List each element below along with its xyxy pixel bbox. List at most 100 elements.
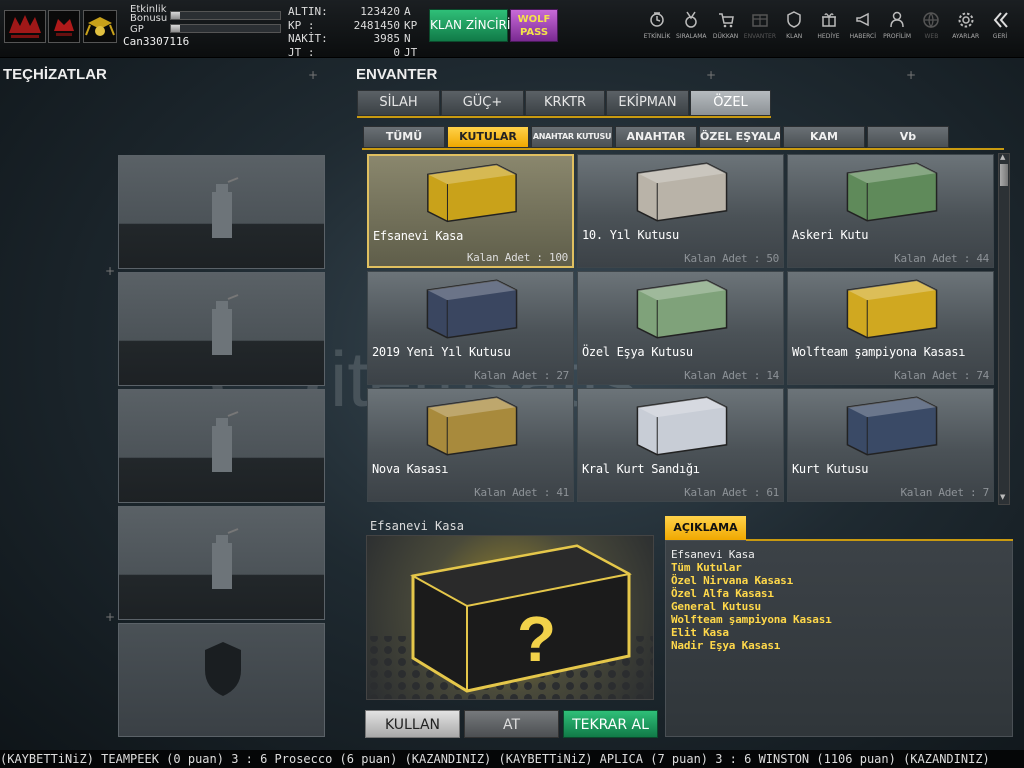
inventory-item-card[interactable]: Efsanevi Kasa Kalan Adet : 100 [367, 154, 574, 268]
item-name: Wolfteam şampiyona Kasası [792, 345, 966, 359]
game-logo [4, 10, 46, 43]
inventory-item-card[interactable]: Wolfteam şampiyona Kasası Kalan Adet : 7… [787, 271, 994, 385]
item-quantity: Kalan Adet : 74 [894, 369, 989, 382]
globe-icon [923, 12, 940, 29]
gp-bar [170, 24, 281, 33]
equipment-slot[interactable] [118, 389, 325, 503]
clan-emblem[interactable] [48, 10, 80, 43]
subtab-5[interactable]: KAM [783, 126, 865, 148]
item-preview-image: ? [366, 535, 654, 700]
description-line: General Kutusu [671, 600, 761, 613]
currency-value: 3985 [373, 32, 401, 45]
nav-cart[interactable]: DÜKKAN [708, 8, 744, 50]
nav-label: DÜKKAN [712, 33, 739, 40]
armor-shield-icon [203, 638, 243, 701]
tab-3[interactable]: EKİPMAN [606, 90, 689, 116]
scroll-thumb[interactable] [1000, 164, 1008, 186]
nav-label: HEDİYE [817, 33, 840, 40]
item-thumbnail [636, 396, 728, 456]
equipment-slot[interactable] [118, 272, 325, 386]
nav-globe[interactable]: WEB [913, 8, 949, 50]
item-quantity: Kalan Adet : 50 [684, 252, 779, 265]
repeat-purchase-button[interactable]: TEKRAR AL [563, 710, 658, 738]
wolf-pass-button[interactable]: WOLF PASS [510, 9, 558, 42]
plus-marker: + [906, 68, 917, 82]
nav-gift[interactable]: HEDİYE [811, 8, 847, 50]
item-name: Özel Eşya Kutusu [582, 345, 693, 359]
nav-megaphone[interactable]: HABERCİ [845, 8, 881, 50]
description-line: Özel Alfa Kasası [671, 587, 774, 600]
item-thumbnail [846, 279, 938, 339]
currency-unit: JT [404, 45, 418, 59]
ticker-text: (KAYBETTiNiZ) TEAMPEEK (0 puan) 3 : 6 Pr… [0, 752, 990, 766]
currency-unit: A [404, 5, 411, 18]
inventory-item-card[interactable]: 2019 Yeni Yıl Kutusu Kalan Adet : 27 [367, 271, 574, 385]
description-line: Nadir Eşya Kasası [671, 639, 781, 652]
subtab-0[interactable]: TÜMÜ [363, 126, 445, 148]
nav-inventory[interactable]: ENVANTER [742, 8, 778, 50]
item-quantity: Kalan Adet : 27 [474, 369, 569, 382]
cart-icon [718, 13, 734, 28]
plus-marker: + [706, 68, 717, 82]
nav-profile[interactable]: PROFİLİM [879, 8, 915, 50]
nav-medal[interactable]: SIRALAMA [673, 8, 709, 50]
back-icon [993, 12, 1008, 28]
subtab-2[interactable]: ANAHTAR KUTUSU [531, 126, 613, 148]
use-button[interactable]: KULLAN [365, 710, 460, 738]
item-quantity: Kalan Adet : 100 [466, 251, 568, 264]
svg-text:?: ? [517, 603, 556, 675]
subtab-6[interactable]: Vb [867, 126, 949, 148]
equipment-slot[interactable] [118, 155, 325, 269]
equipment-slot[interactable] [118, 506, 325, 620]
nav-label: HABERCİ [849, 33, 876, 40]
plus-marker: + [105, 610, 116, 624]
scroll-up-icon[interactable]: ▲ [1000, 154, 1008, 161]
subtab-1[interactable]: KUTULAR [447, 126, 529, 148]
inventory-item-card[interactable]: Askeri Kutu Kalan Adet : 44 [787, 154, 994, 268]
gp-label: GP [130, 24, 144, 35]
currency-value: 2481450 [353, 18, 400, 32]
description-tab[interactable]: AÇIKLAMA [665, 516, 746, 540]
inventory-item-card[interactable]: Özel Eşya Kutusu Kalan Adet : 14 [577, 271, 784, 385]
tab-2[interactable]: KRKTR [525, 90, 605, 116]
match-result-ticker: (KAYBETTiNiZ) TEAMPEEK (0 puan) 3 : 6 Pr… [0, 750, 1024, 768]
item-quantity: Kalan Adet : 44 [894, 252, 989, 265]
nav-back[interactable]: GERİ [982, 8, 1018, 50]
tab-1[interactable]: GÜÇ+ [441, 90, 524, 116]
item-thumbnail [426, 396, 518, 456]
tab-0[interactable]: SİLAH [357, 90, 440, 116]
description-line: Özel Nirvana Kasası [671, 574, 794, 587]
plus-marker: + [105, 264, 116, 278]
use-button-label: KULLAN [384, 717, 441, 733]
nav-label: KLAN [786, 33, 803, 40]
inventory-item-card[interactable]: 10. Yıl Kutusu Kalan Adet : 50 [577, 154, 784, 268]
nav-label: SIRALAMA [676, 33, 707, 40]
inventory-item-card[interactable]: Kurt Kutusu Kalan Adet : 7 [787, 388, 994, 502]
description-line: Tüm Kutular [671, 561, 742, 574]
currency-unit: KP [404, 18, 418, 32]
subtab-3[interactable]: ANAHTAR [615, 126, 697, 148]
tab-4[interactable]: ÖZEL [690, 90, 771, 116]
item-name: Askeri Kutu [792, 228, 869, 242]
scroll-down-icon[interactable]: ▼ [1000, 494, 1008, 501]
description-line: Wolfteam şampiyona Kasası [671, 613, 832, 626]
drop-button[interactable]: AT [464, 710, 559, 738]
subtab-4[interactable]: ÖZEL EŞYALAR [699, 126, 781, 148]
item-name: Nova Kasası [372, 462, 449, 476]
inventory-item-card[interactable]: Nova Kasası Kalan Adet : 41 [367, 388, 574, 502]
equipment-title: TEÇHİZATLAR [3, 66, 107, 83]
item-thumbnail [427, 163, 517, 223]
item-name: Kurt Kutusu [792, 462, 869, 476]
inventory-item-card[interactable]: Kral Kurt Sandığı Kalan Adet : 61 [577, 388, 784, 502]
gift-icon [821, 13, 836, 27]
nav-gear[interactable]: AYARLAR [948, 8, 984, 50]
repeat-purchase-label: TEKRAR AL [572, 717, 649, 733]
clan-chain-button[interactable]: KLAN ZİNCİRİ [429, 9, 510, 42]
nav-label: PROFİLİM [883, 33, 912, 40]
nav-clock[interactable]: ETKİNLİK [639, 8, 675, 50]
wolf-pass-label-2: PASS [519, 27, 549, 38]
nav-shield[interactable]: KLAN [776, 8, 812, 50]
rank-badge [83, 10, 117, 43]
item-grid-scrollbar[interactable]: ▲ ▼ [998, 153, 1010, 505]
equipment-slot[interactable] [118, 623, 325, 737]
